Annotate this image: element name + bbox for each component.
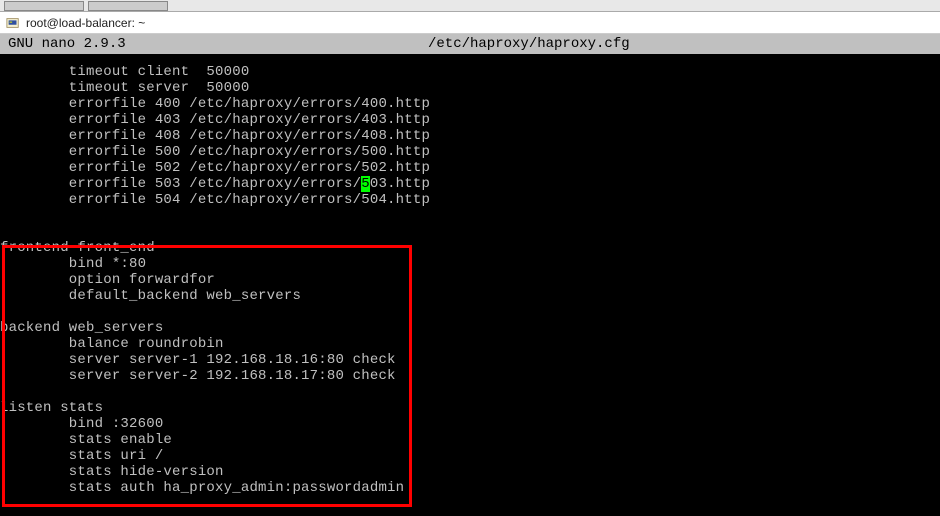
config-line: default_backend web_servers: [0, 288, 940, 304]
config-line: [0, 224, 940, 240]
config-line: [0, 384, 940, 400]
config-line: backend web_servers: [0, 320, 940, 336]
browser-tab-strip: [0, 0, 940, 12]
config-line: stats enable: [0, 432, 940, 448]
config-line: errorfile 400 /etc/haproxy/errors/400.ht…: [0, 96, 940, 112]
config-line: errorfile 502 /etc/haproxy/errors/502.ht…: [0, 160, 940, 176]
config-line: [0, 304, 940, 320]
config-line: stats hide-version: [0, 464, 940, 480]
window-title-bar: root@load-balancer: ~: [0, 12, 940, 34]
browser-tab: [88, 1, 168, 11]
config-line: option forwardfor: [0, 272, 940, 288]
config-line: listen stats: [0, 400, 940, 416]
config-line: balance roundrobin: [0, 336, 940, 352]
config-line: server server-2 192.168.18.17:80 check: [0, 368, 940, 384]
config-line: [0, 208, 940, 224]
config-line: bind :32600: [0, 416, 940, 432]
config-line: timeout server 50000: [0, 80, 940, 96]
config-line: stats uri /: [0, 448, 940, 464]
config-line: errorfile 504 /etc/haproxy/errors/504.ht…: [0, 192, 940, 208]
terminal-area[interactable]: timeout client 50000 timeout server 5000…: [0, 54, 940, 516]
editor-filepath: /etc/haproxy/haproxy.cfg: [428, 36, 630, 52]
config-line: server server-1 192.168.18.16:80 check: [0, 352, 940, 368]
editor-header: GNU nano 2.9.3 /etc/haproxy/haproxy.cfg: [0, 34, 940, 54]
config-line: frontend front_end: [0, 240, 940, 256]
config-line: errorfile 500 /etc/haproxy/errors/500.ht…: [0, 144, 940, 160]
config-line: timeout client 50000: [0, 64, 940, 80]
putty-icon: [6, 16, 20, 30]
cursor: 5: [361, 176, 370, 192]
window-title: root@load-balancer: ~: [26, 16, 145, 30]
config-line: stats auth ha_proxy_admin:passwordadmin: [0, 480, 940, 496]
config-line-cursor: errorfile 503 /etc/haproxy/errors/503.ht…: [0, 176, 940, 192]
config-line: errorfile 408 /etc/haproxy/errors/408.ht…: [0, 128, 940, 144]
browser-tab: [4, 1, 84, 11]
config-line: errorfile 403 /etc/haproxy/errors/403.ht…: [0, 112, 940, 128]
editor-name-version: GNU nano 2.9.3: [8, 36, 126, 52]
config-line: bind *:80: [0, 256, 940, 272]
